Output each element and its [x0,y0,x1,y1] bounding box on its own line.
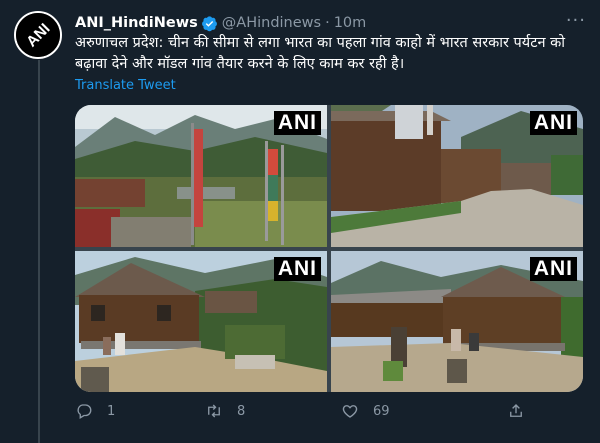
more-icon[interactable]: ··· [566,12,586,30]
avatar[interactable]: ANI [14,11,62,59]
like-icon [342,405,358,418]
ani-watermark: ANI [273,257,321,281]
media-photo-3[interactable]: ANI [75,251,327,392]
ani-watermark: ANI [273,111,321,135]
share-button[interactable] [507,402,539,420]
reply-icon [77,404,92,419]
reply-button[interactable]: 1 [75,402,115,420]
header-separator: · [325,15,330,31]
media-grid[interactable]: ANI ANI ANI ANI [75,105,583,392]
retweet-count: 8 [237,403,246,419]
tweet-timestamp[interactable]: 10m [334,15,367,31]
ani-watermark: ANI [529,111,577,135]
verified-badge-icon [201,15,217,31]
tweet-header: ANI_HindiNews @AHindinews · 10m ··· [75,12,586,34]
retweet-button[interactable]: 8 [205,402,245,420]
media-photo-2[interactable]: ANI [331,105,583,247]
translate-tweet-link[interactable]: Translate Tweet [75,78,176,93]
media-photo-4[interactable]: ANI [331,251,583,392]
reply-count: 1 [107,403,116,419]
author-handle[interactable]: @AHindinews [222,15,321,31]
thread-line [38,60,40,443]
media-photo-1[interactable]: ANI [75,105,327,247]
retweet-icon [208,404,220,418]
author-name[interactable]: ANI_HindiNews [75,15,198,31]
ani-logo: ANI [16,13,60,57]
ani-watermark: ANI [529,257,577,281]
like-button[interactable]: 69 [341,402,390,420]
share-icon [510,404,522,417]
like-count: 69 [373,403,390,419]
tweet-actions: 1 8 69 [75,402,585,424]
tweet-text: अरुणाचल प्रदेश: चीन की सीमा से लगा भारत … [75,35,566,72]
